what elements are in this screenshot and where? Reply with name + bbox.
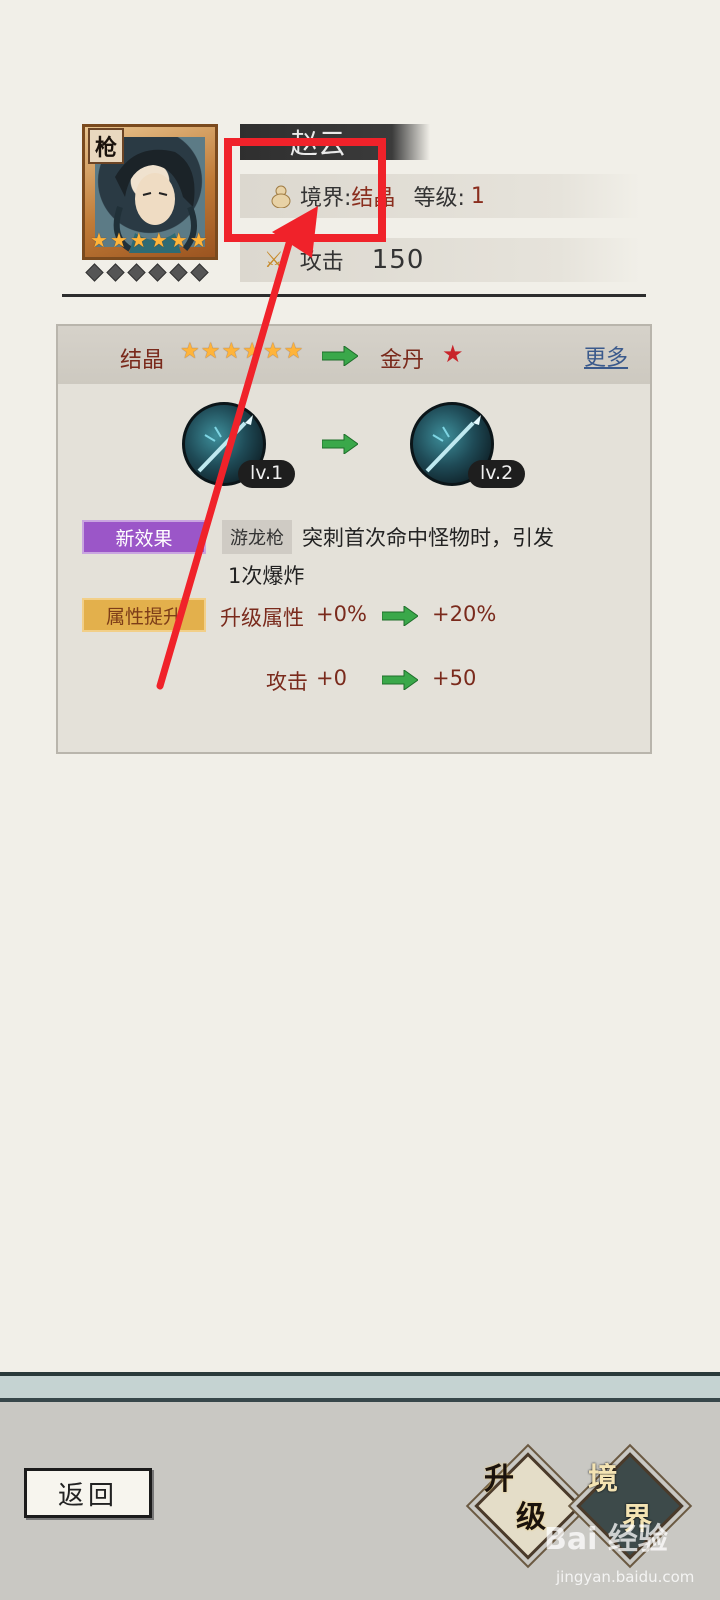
annotation-arrow-icon (156, 206, 318, 690)
